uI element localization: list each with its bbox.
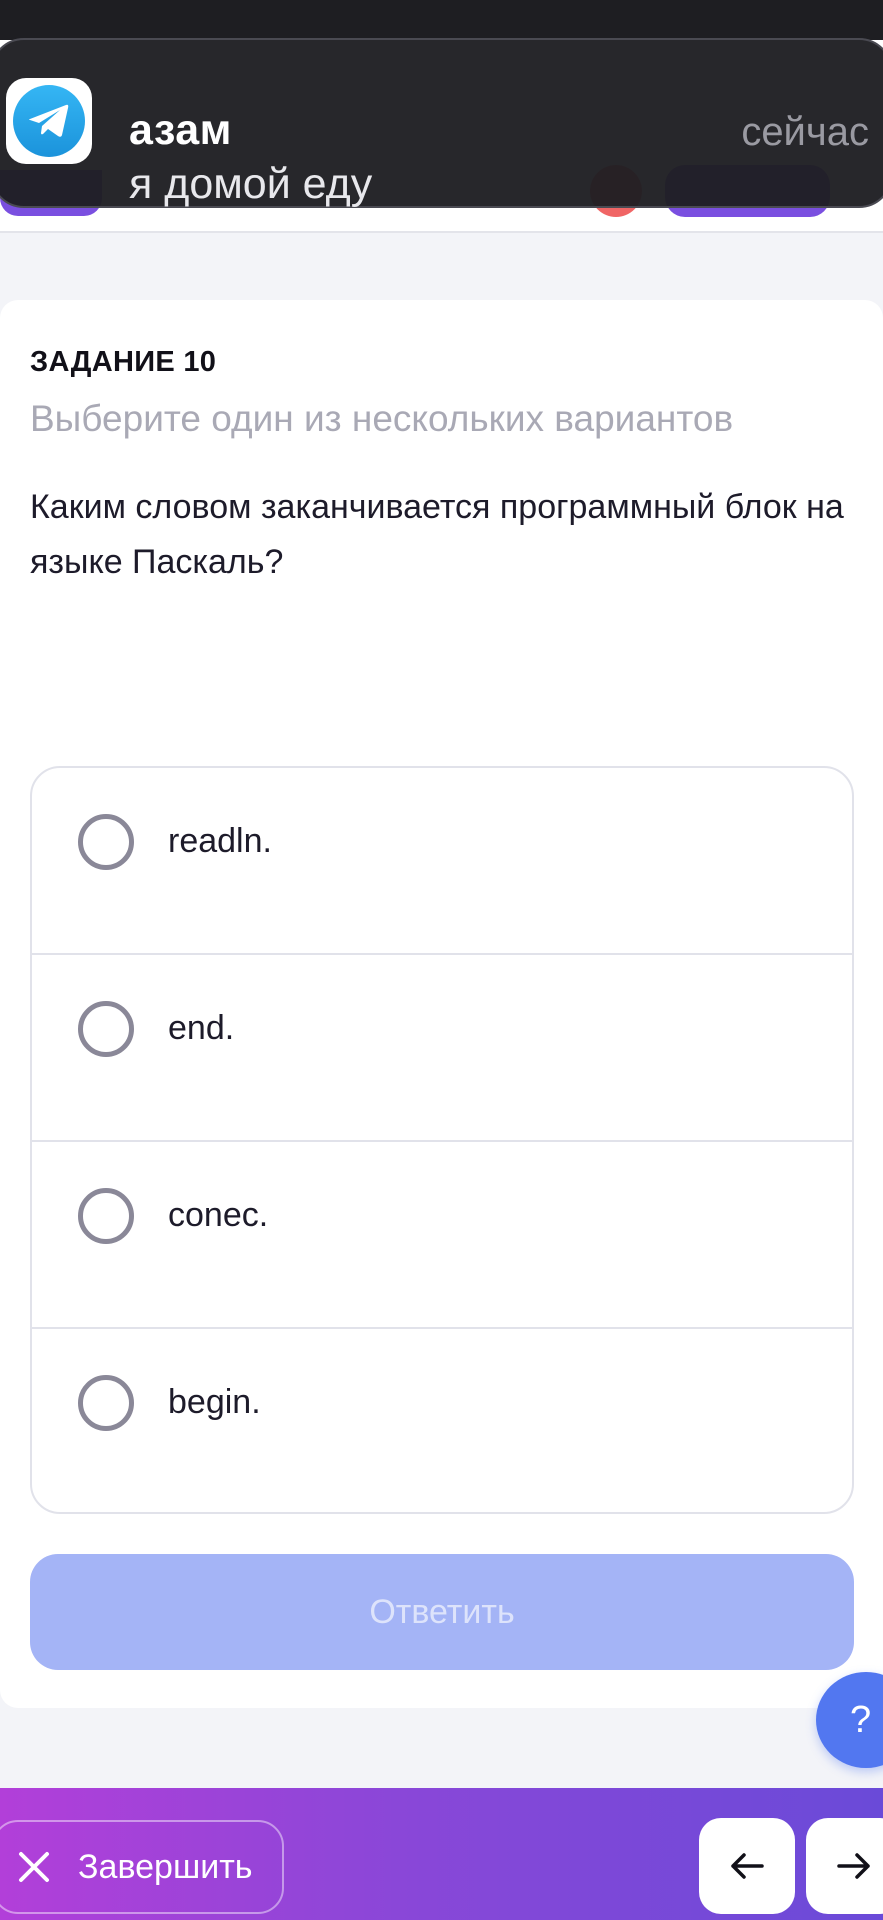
arrow-left-icon	[731, 1853, 764, 1879]
option-end[interactable]: end.	[32, 955, 852, 1142]
radio-button[interactable]	[78, 814, 134, 870]
telegram-icon	[6, 78, 92, 164]
option-readln[interactable]: readln.	[32, 768, 852, 955]
arrow-right-icon	[837, 1853, 870, 1879]
option-label: readln.	[168, 822, 272, 860]
prev-button[interactable]	[699, 1818, 795, 1914]
status-bar	[0, 0, 883, 40]
notification-banner[interactable]: азам я домой еду сейчас	[0, 38, 883, 208]
answer-button[interactable]: Ответить	[30, 1554, 854, 1670]
quiz-screen: азам я домой еду сейчас ЗАДАНИЕ 10 Выбер…	[0, 0, 883, 1920]
option-conec[interactable]: conec.	[32, 1142, 852, 1329]
task-title: ЗАДАНИЕ 10	[30, 346, 217, 378]
task-hint: Выберите один из нескольких вариантов	[30, 398, 734, 439]
radio-button[interactable]	[78, 1375, 134, 1431]
question-text: Каким словом заканчивается программный б…	[30, 488, 844, 581]
finish-label: Завершить	[78, 1847, 253, 1886]
option-begin[interactable]: begin.	[32, 1329, 852, 1512]
option-label: begin.	[168, 1383, 261, 1421]
answer-options: readln. end. conec. begin.	[30, 766, 854, 1514]
bottom-bar: Завершить	[0, 1788, 883, 1920]
next-button[interactable]	[806, 1818, 883, 1914]
close-icon	[19, 1852, 49, 1882]
notification-time: сейчас	[741, 110, 869, 154]
option-label: end.	[168, 1009, 235, 1047]
notification-message: я домой еду	[129, 160, 373, 208]
notification-sender: азам	[129, 106, 232, 154]
radio-button[interactable]	[78, 1188, 134, 1244]
radio-button[interactable]	[78, 1001, 134, 1057]
finish-button[interactable]: Завершить	[0, 1820, 284, 1914]
option-label: conec.	[168, 1196, 269, 1234]
